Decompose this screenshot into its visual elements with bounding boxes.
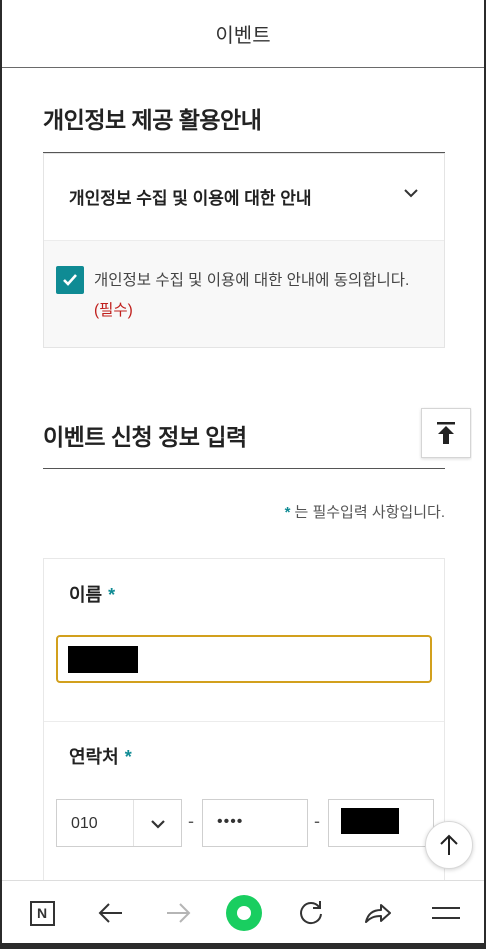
accordion-header[interactable]: 개인정보 수집 및 이용에 대한 안내	[44, 154, 444, 241]
scroll-to-top-button[interactable]	[421, 408, 471, 458]
phone-prefix-select[interactable]: 010	[56, 799, 182, 847]
naver-n-icon: N	[29, 900, 55, 926]
chevron-down-icon[interactable]	[400, 182, 422, 204]
required-tag: (필수)	[94, 302, 133, 319]
agree-text: 개인정보 수집 및 이용에 대한 안내에 동의합니다.	[94, 272, 410, 289]
top-bar: 이벤트	[0, 0, 486, 68]
name-label-text: 이름	[69, 585, 103, 605]
name-label: 이름 *	[69, 581, 115, 607]
phone-label-text: 연락처	[69, 747, 119, 767]
phone-prefix-value: 010	[71, 815, 98, 832]
form-box: 이름 * 연락처 * 010 - •••• -	[43, 558, 445, 880]
hamburger-menu-icon	[432, 907, 460, 919]
section-divider	[43, 468, 445, 469]
naver-home-button[interactable]: N	[22, 893, 62, 933]
arrow-up-icon	[440, 834, 458, 855]
required-star: *	[124, 747, 132, 767]
forward-button[interactable]	[158, 893, 198, 933]
page-title: 이벤트	[215, 25, 271, 47]
agreement-area: 개인정보 수집 및 이용에 대한 안내에 동의합니다. (필수)	[44, 241, 444, 347]
required-star: *	[108, 585, 116, 605]
share-button[interactable]	[358, 893, 398, 933]
field-divider	[44, 721, 444, 722]
privacy-accordion: 개인정보 수집 및 이용에 대한 안내 개인정보 수집 및 이용에 대한 안내에…	[43, 153, 445, 348]
phone-middle-input[interactable]: ••••	[202, 799, 308, 847]
menu-button[interactable]	[426, 893, 466, 933]
accordion-label: 개인정보 수집 및 이용에 대한 안내	[69, 189, 312, 208]
green-dot-icon	[226, 895, 262, 931]
scroll-to-top-icon	[437, 422, 455, 444]
phone-label: 연락처 *	[69, 743, 132, 769]
reload-icon	[300, 901, 322, 925]
chevron-down-icon	[151, 820, 165, 829]
privacy-section-title: 개인정보 제공 활용안내	[43, 107, 262, 133]
checkmark-icon	[63, 274, 77, 286]
back-button[interactable]	[91, 893, 131, 933]
screen-frame-left	[0, 0, 2, 949]
name-input[interactable]	[56, 635, 432, 683]
agree-checkbox[interactable]	[56, 266, 84, 294]
share-icon	[365, 904, 391, 923]
phone-middle-value: ••••	[217, 813, 244, 830]
browser-bottom-bar: N	[0, 880, 486, 943]
green-dot-button[interactable]	[224, 893, 264, 933]
float-up-button[interactable]	[425, 821, 473, 869]
content-area: 개인정보 제공 활용안내 개인정보 수집 및 이용에 대한 안내 개인정보 수집…	[16, 68, 472, 880]
reload-button[interactable]	[291, 893, 331, 933]
required-note-text: 는 필수입력 사항입니다.	[294, 504, 445, 521]
arrow-left-icon	[98, 903, 122, 923]
required-star: *	[284, 504, 291, 521]
form-section-title: 이벤트 신청 정보 입력	[43, 424, 247, 450]
required-note: * 는 필수입력 사항입니다.	[285, 501, 445, 522]
screen-frame-bottom	[0, 943, 486, 949]
phone-dash: -	[188, 811, 194, 831]
content-panel: 개인정보 제공 활용안내 개인정보 수집 및 이용에 대한 안내 개인정보 수집…	[16, 68, 472, 880]
phone-dash: -	[314, 811, 320, 831]
phone-last-input[interactable]	[328, 799, 434, 847]
redacted-name	[68, 646, 138, 673]
redacted-phone	[341, 808, 399, 834]
arrow-right-icon	[167, 903, 191, 923]
select-divider	[133, 800, 134, 846]
